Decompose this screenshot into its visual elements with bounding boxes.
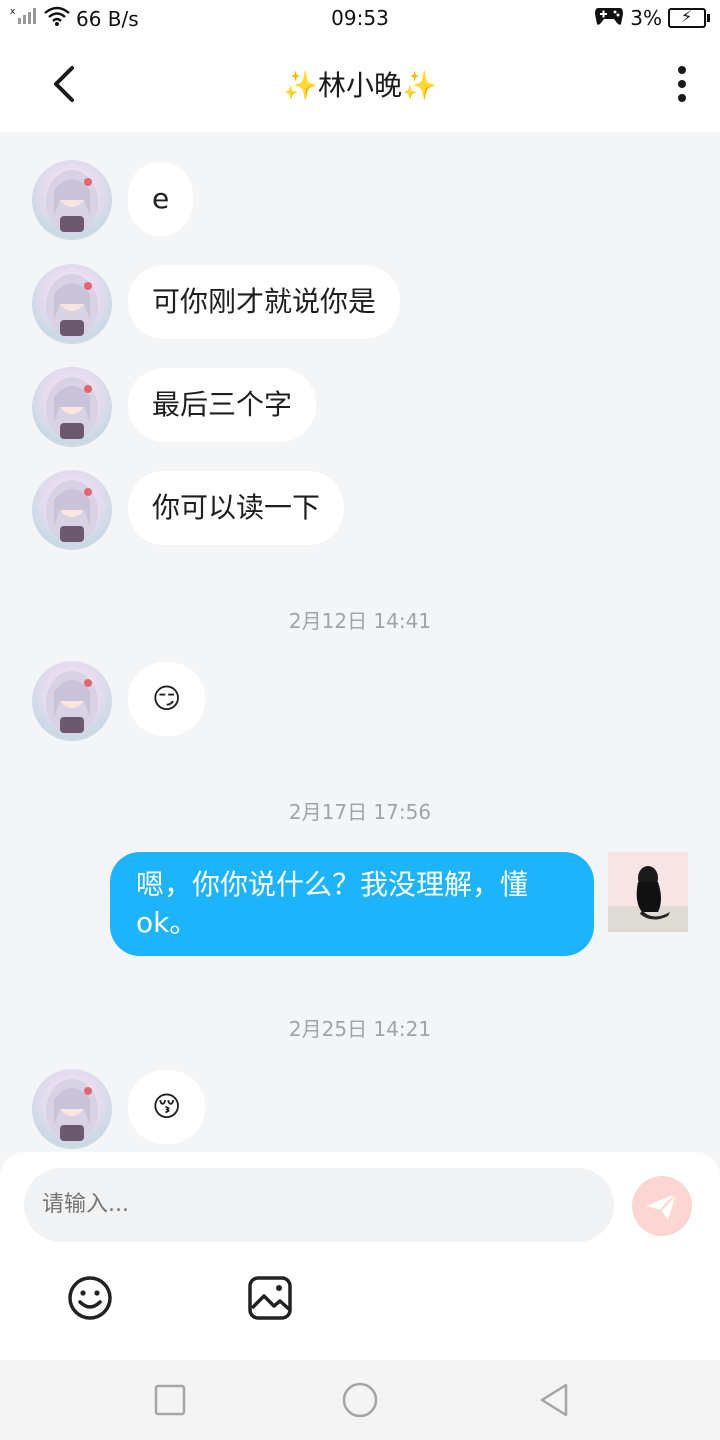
smiley-icon xyxy=(68,1276,112,1320)
incoming-message[interactable]: e xyxy=(128,162,194,236)
message-timestamp: 2月12日 14:41 xyxy=(288,609,432,633)
more-button[interactable] xyxy=(670,64,694,104)
more-vertical-icon xyxy=(678,66,686,102)
contact-avatar[interactable] xyxy=(32,367,112,447)
contact-avatar[interactable] xyxy=(32,264,112,344)
system-nav-bar xyxy=(0,1360,720,1440)
chat-title: ✨林小晚✨ xyxy=(283,69,437,102)
game-controller-icon xyxy=(594,4,624,31)
contact-avatar[interactable] xyxy=(32,160,112,240)
emoji-button[interactable] xyxy=(66,1274,114,1322)
anime-girl-avatar-icon xyxy=(46,1079,98,1143)
status-right: 3% ⚡ xyxy=(594,4,710,31)
nav-back-button[interactable] xyxy=(534,1380,574,1420)
incoming-message[interactable]: 😚 xyxy=(128,1070,206,1144)
battery-icon: ⚡ xyxy=(668,7,710,28)
home-button[interactable] xyxy=(340,1380,380,1420)
incoming-message[interactable]: 你可以读一下 xyxy=(128,471,345,545)
recents-button[interactable] xyxy=(150,1380,190,1420)
message-timestamp: 2月17日 17:56 xyxy=(288,800,432,824)
square-icon xyxy=(154,1384,186,1416)
send-icon xyxy=(646,1193,677,1220)
silhouette-avatar-icon xyxy=(608,866,688,932)
contact-avatar[interactable] xyxy=(32,1069,112,1149)
triangle-back-icon xyxy=(540,1383,568,1417)
incoming-message[interactable]: 可你刚才就说你是 xyxy=(128,265,401,339)
outgoing-message[interactable]: 嗯，你你说什么？我没理解，懂ok。 xyxy=(110,852,594,956)
incoming-message[interactable]: 最后三个字 xyxy=(128,368,317,442)
image-icon xyxy=(248,1276,292,1320)
message-timestamp: 2月25日 14:21 xyxy=(288,1017,432,1041)
contact-avatar[interactable] xyxy=(32,470,112,550)
send-button[interactable] xyxy=(632,1176,692,1236)
contact-avatar[interactable] xyxy=(32,661,112,741)
anime-girl-avatar-icon xyxy=(46,480,98,544)
incoming-message[interactable]: 😏 xyxy=(128,662,206,736)
battery-percent: 3% xyxy=(630,5,662,30)
anime-girl-avatar-icon xyxy=(46,170,98,234)
image-button[interactable] xyxy=(246,1274,294,1322)
circle-icon xyxy=(342,1382,378,1418)
status-bar: x 66 B/s 09:53 3% ⚡ xyxy=(0,0,720,36)
chat-header: ✨林小晚✨ xyxy=(0,36,720,132)
anime-girl-avatar-icon xyxy=(46,377,98,441)
anime-girl-avatar-icon xyxy=(46,671,98,735)
input-panel xyxy=(0,1152,720,1360)
self-avatar[interactable] xyxy=(608,852,688,932)
anime-girl-avatar-icon xyxy=(46,274,98,338)
message-input[interactable] xyxy=(24,1168,614,1242)
